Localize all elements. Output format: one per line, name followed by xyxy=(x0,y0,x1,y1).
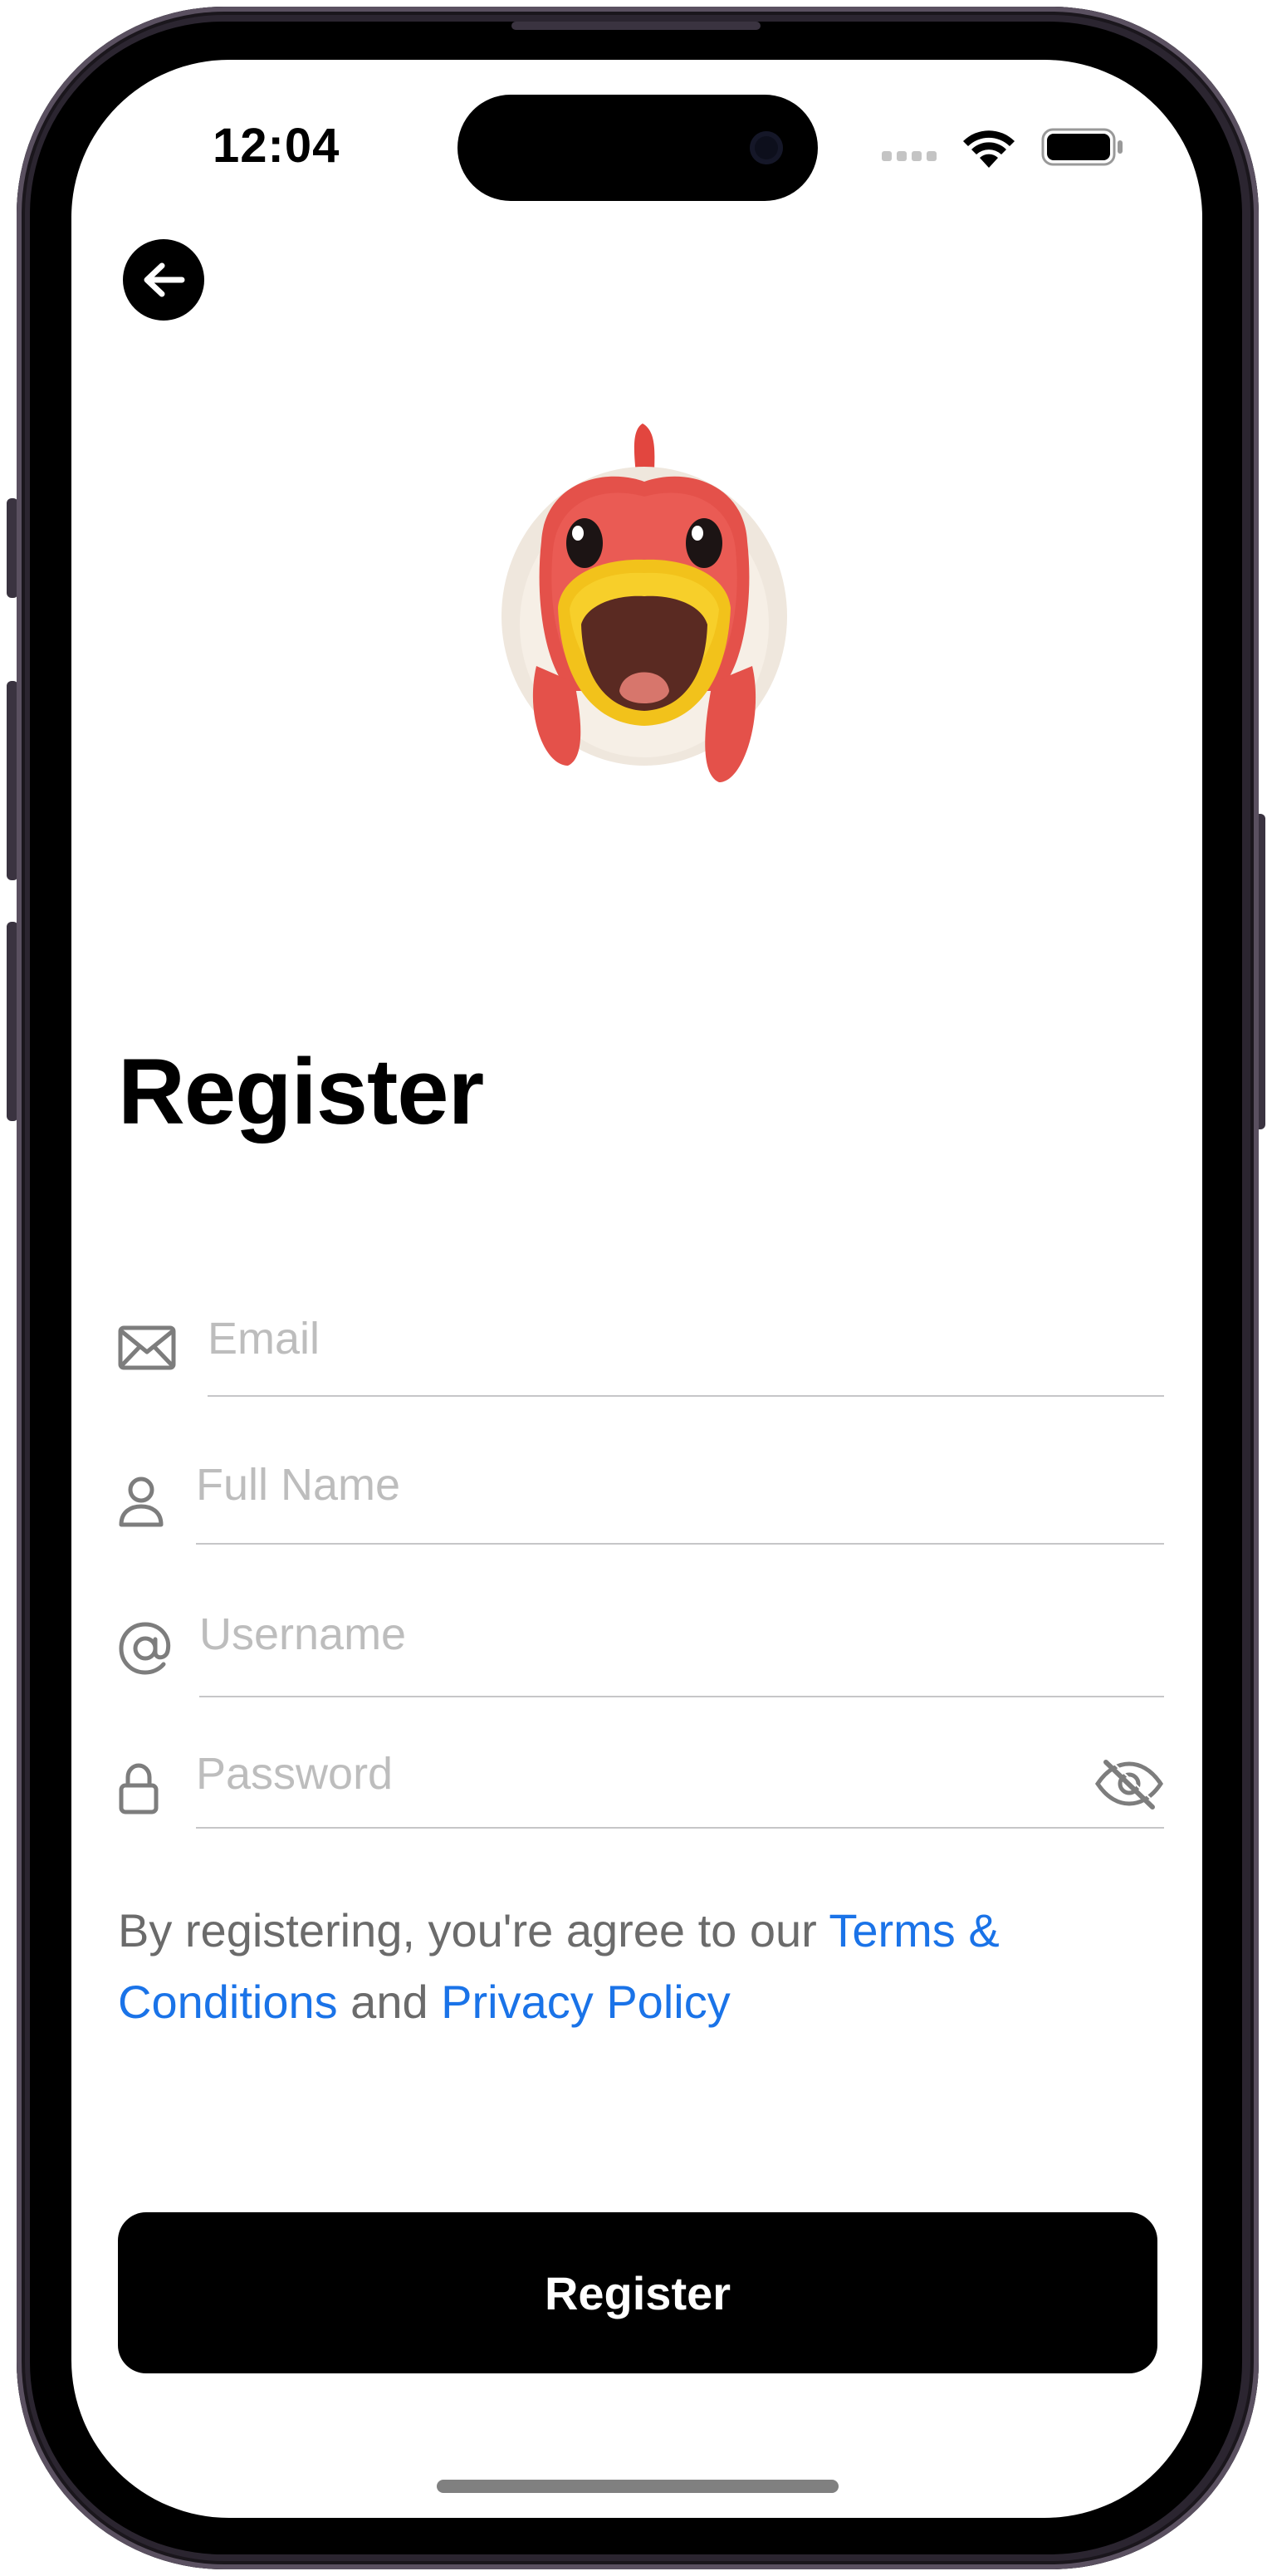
cellular-signal-icon xyxy=(882,151,937,161)
full-name-input[interactable] xyxy=(196,1452,1151,1518)
email-field-row xyxy=(118,1297,1164,1397)
username-underline xyxy=(199,1696,1164,1697)
dynamic-island xyxy=(457,95,818,201)
username-field-row xyxy=(118,1593,1164,1697)
terms-prefix: By registering, you're agree to our xyxy=(118,1904,829,1956)
battery-icon xyxy=(1041,128,1123,166)
full-name-underline xyxy=(196,1543,1164,1545)
eye-slash-icon[interactable] xyxy=(1094,1757,1164,1810)
phone-device: 12:04 Register Email Full Name Username … xyxy=(0,0,1272,2576)
home-indicator xyxy=(437,2480,839,2493)
password-underline xyxy=(196,1827,1164,1829)
screen: 12:04 Register Email Full Name Username … xyxy=(71,60,1202,2518)
terms-middle: and xyxy=(337,1976,442,2028)
envelope-icon xyxy=(118,1325,176,1370)
page-title: Register xyxy=(118,1040,484,1144)
wifi-icon xyxy=(963,130,1015,168)
email-input[interactable] xyxy=(208,1305,1154,1372)
person-icon xyxy=(119,1477,164,1527)
top-speaker xyxy=(511,22,761,30)
email-underline xyxy=(208,1395,1164,1397)
password-input[interactable] xyxy=(196,1741,1076,1807)
status-time: 12:04 xyxy=(213,119,340,173)
register-button[interactable]: Register xyxy=(118,2212,1157,2373)
arrow-left-icon xyxy=(144,262,185,297)
front-camera xyxy=(750,131,783,164)
privacy-link[interactable]: Privacy Policy xyxy=(441,1976,731,2028)
terms-text: By registering, you're agree to our Term… xyxy=(118,1895,1147,2038)
lock-icon xyxy=(119,1763,159,1814)
password-field-row xyxy=(118,1739,1164,1829)
full-name-field-row xyxy=(118,1443,1164,1546)
chicken-memoji xyxy=(501,424,787,782)
at-sign-icon xyxy=(119,1622,171,1675)
username-input[interactable] xyxy=(199,1601,1154,1668)
back-button[interactable] xyxy=(123,239,204,321)
